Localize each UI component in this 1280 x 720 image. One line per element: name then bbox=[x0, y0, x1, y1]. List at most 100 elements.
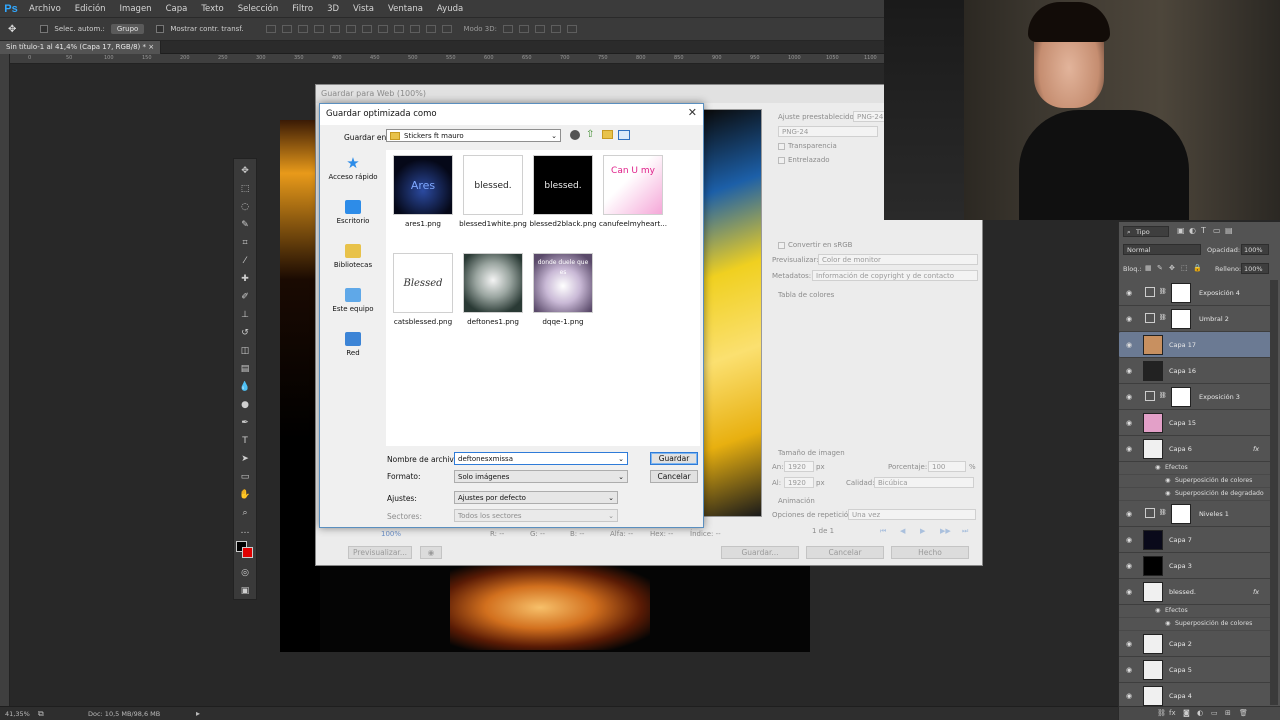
pen-tool-icon[interactable]: ✒ bbox=[238, 417, 252, 429]
back-icon[interactable] bbox=[570, 130, 580, 140]
menu-ventana[interactable]: Ventana bbox=[381, 4, 430, 14]
rotate-3d-icon[interactable] bbox=[502, 25, 513, 33]
more-tools-icon[interactable]: … bbox=[238, 525, 252, 537]
menu-3d[interactable]: 3D bbox=[320, 4, 346, 14]
up-folder-icon[interactable]: ⇧ bbox=[586, 129, 594, 140]
hand-tool-icon[interactable]: ✋ bbox=[238, 489, 252, 501]
prev-frame-icon[interactable]: ◀ bbox=[900, 527, 905, 535]
layer-row[interactable]: ◉ ⛓ Exposición 4 bbox=[1119, 280, 1271, 306]
metadata-select[interactable]: Información de copyright y de contacto bbox=[812, 270, 978, 281]
distribute-bottom-icon[interactable] bbox=[393, 25, 404, 33]
eyedropper-tool-icon[interactable]: ⁄ bbox=[238, 255, 252, 267]
preview-select[interactable]: Color de monitor bbox=[818, 254, 978, 265]
close-tab-icon[interactable]: × bbox=[148, 43, 154, 51]
layers-scrollbar[interactable] bbox=[1270, 280, 1278, 705]
format-select[interactable]: PNG-24 bbox=[778, 126, 878, 137]
blend-mode-select[interactable]: Normal bbox=[1123, 244, 1201, 255]
blur-tool-icon[interactable]: 💧 bbox=[238, 381, 252, 393]
align-left-icon[interactable] bbox=[313, 25, 324, 33]
align-middle-icon[interactable] bbox=[281, 25, 292, 33]
layer-row[interactable]: ◉ Capa 15 bbox=[1119, 410, 1271, 436]
crop-tool-icon[interactable]: ⌗ bbox=[238, 237, 252, 249]
filter-pixel-icon[interactable]: ▣ bbox=[1177, 226, 1185, 235]
quick-select-tool-icon[interactable]: ✎ bbox=[238, 219, 252, 231]
eye-icon[interactable]: ◉ bbox=[1126, 588, 1132, 596]
layer-effects-header[interactable]: ◉ Efectos bbox=[1119, 462, 1271, 475]
dodge-tool-icon[interactable]: ● bbox=[238, 399, 252, 411]
eye-icon[interactable]: ◉ bbox=[1126, 562, 1132, 570]
menu-seleccion[interactable]: Selección bbox=[231, 4, 286, 14]
eye-icon[interactable]: ◉ bbox=[1126, 692, 1132, 700]
browser-icon[interactable]: ◉ bbox=[420, 546, 442, 559]
layer-effect-item[interactable]: ◉ Superposición de colores bbox=[1119, 475, 1271, 488]
eye-icon[interactable]: ◉ bbox=[1126, 419, 1132, 427]
layer-filter-select[interactable]: ⌕ Tipo bbox=[1123, 226, 1169, 237]
lock-move-icon[interactable]: ✥ bbox=[1169, 264, 1175, 272]
type-tool-icon[interactable]: T bbox=[238, 435, 252, 447]
align-top-icon[interactable] bbox=[265, 25, 276, 33]
place-quick-access[interactable]: ★ Acceso rápido bbox=[323, 156, 383, 196]
eye-icon[interactable]: ◉ bbox=[1126, 315, 1132, 323]
path-select-icon[interactable]: ➤ bbox=[238, 453, 252, 465]
lock-pixels-icon[interactable]: ▦ bbox=[1145, 264, 1152, 272]
filename-input[interactable]: deftonesxmissa ⌄ bbox=[454, 452, 628, 465]
eye-icon[interactable]: ◉ bbox=[1126, 367, 1132, 375]
file-item[interactable]: blessed. blessed2black.png bbox=[528, 152, 598, 237]
format-select[interactable]: Solo imágenes ⌄ bbox=[454, 470, 628, 483]
new-layer-icon[interactable]: ⊞ bbox=[1225, 709, 1231, 717]
distribute-right-icon[interactable] bbox=[441, 25, 452, 33]
align-right-icon[interactable] bbox=[345, 25, 356, 33]
stamp-tool-icon[interactable]: ⊥ bbox=[238, 309, 252, 321]
cancel-button[interactable]: Cancelar bbox=[650, 470, 698, 483]
align-center-icon[interactable] bbox=[329, 25, 340, 33]
new-folder-icon[interactable] bbox=[602, 130, 613, 139]
shape-tool-icon[interactable]: ▭ bbox=[238, 471, 252, 483]
first-frame-icon[interactable]: ⏮ bbox=[880, 527, 886, 536]
place-desktop[interactable]: Escritorio bbox=[323, 200, 383, 240]
menu-archivo[interactable]: Archivo bbox=[22, 4, 68, 14]
sfw-cancel-button[interactable]: Cancelar bbox=[806, 546, 884, 559]
percent-input[interactable]: 100 bbox=[928, 461, 966, 472]
file-item[interactable]: Ares ares1.png bbox=[388, 152, 458, 237]
width-input[interactable]: 1920 bbox=[784, 461, 814, 472]
status-arrow-icon[interactable]: ▸ bbox=[196, 709, 200, 718]
fx-icon[interactable]: fx bbox=[1169, 709, 1176, 717]
show-transform-checkbox[interactable] bbox=[156, 25, 165, 33]
file-item[interactable]: Blessed catsblessed.png bbox=[388, 250, 458, 335]
roll-3d-icon[interactable] bbox=[518, 25, 529, 33]
eye-icon[interactable]: ◉ bbox=[1126, 445, 1132, 453]
layer-row[interactable]: ◉ ⛓ Niveles 1 bbox=[1119, 501, 1271, 527]
menu-filtro[interactable]: Filtro bbox=[285, 4, 320, 14]
eye-icon[interactable]: ◉ bbox=[1126, 341, 1132, 349]
zoom-readout[interactable]: 100% bbox=[381, 530, 401, 538]
loop-select[interactable]: Una vez bbox=[848, 509, 976, 520]
place-this-pc[interactable]: Este equipo bbox=[323, 288, 383, 328]
menu-texto[interactable]: Texto bbox=[194, 4, 230, 14]
settings-select[interactable]: Ajustes por defecto ⌄ bbox=[454, 491, 618, 504]
save-in-select[interactable]: Stickers ft mauro ⌄ bbox=[386, 129, 561, 142]
opacity-input[interactable]: 100% bbox=[1241, 244, 1269, 255]
sfw-save-button[interactable]: Guardar... bbox=[721, 546, 799, 559]
fx-icon[interactable]: fx bbox=[1253, 445, 1259, 453]
layer-row[interactable]: ◉ Capa 7 bbox=[1119, 527, 1271, 553]
eye-icon[interactable]: ◉ bbox=[1165, 620, 1170, 627]
distribute-left-icon[interactable] bbox=[409, 25, 420, 33]
quick-mask-icon[interactable]: ◎ bbox=[238, 567, 252, 579]
filter-type-icon[interactable]: T bbox=[1201, 226, 1206, 235]
link-layers-icon[interactable]: ⛓ bbox=[1157, 709, 1166, 717]
lock-paint-icon[interactable]: ✎ bbox=[1157, 264, 1163, 272]
auto-select-checkbox[interactable] bbox=[40, 25, 49, 33]
layer-row[interactable]: ◉ blessed. fx bbox=[1119, 579, 1271, 605]
layer-row[interactable]: ◉ Capa 3 bbox=[1119, 553, 1271, 579]
eye-icon[interactable]: ◉ bbox=[1165, 477, 1170, 484]
brush-tool-icon[interactable]: ✐ bbox=[238, 291, 252, 303]
document-tab[interactable]: Sin título-1 al 41,4% (Capa 17, RGB/8) *… bbox=[0, 41, 162, 54]
menu-edicion[interactable]: Edición bbox=[68, 4, 113, 14]
gradient-tool-icon[interactable]: ▤ bbox=[238, 363, 252, 375]
distribute-middle-icon[interactable] bbox=[377, 25, 388, 33]
menu-vista[interactable]: Vista bbox=[346, 4, 381, 14]
layer-row[interactable]: ◉ Capa 6 fx bbox=[1119, 436, 1271, 462]
layer-effect-item[interactable]: ◉ Superposición de colores bbox=[1119, 618, 1271, 631]
place-libraries[interactable]: Bibliotecas bbox=[323, 244, 383, 284]
play-icon[interactable]: ▶ bbox=[920, 527, 925, 535]
